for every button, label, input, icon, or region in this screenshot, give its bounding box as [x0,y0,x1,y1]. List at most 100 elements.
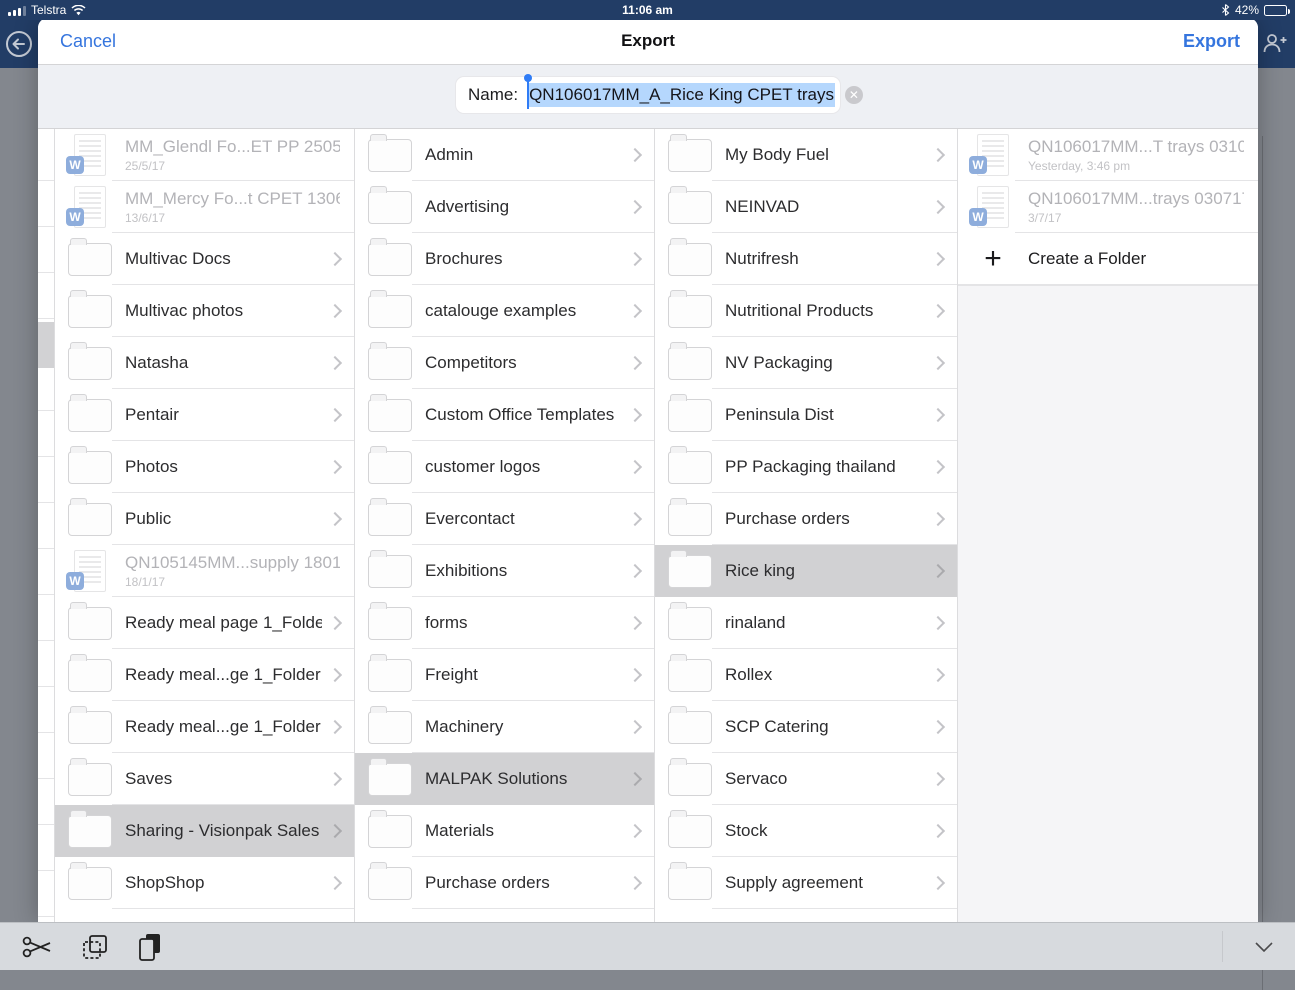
item-label: Exhibitions [425,561,622,581]
chevron-right-icon [328,616,342,630]
file-row[interactable]: WQN106017MM...trays 0307173/7/17 [958,181,1258,233]
folder-row[interactable]: Evercontact [355,493,654,545]
chevron-right-icon [931,252,945,266]
item-date: 18/1/17 [125,575,340,589]
bluetooth-icon [1221,4,1230,16]
folder-row[interactable]: Purchase orders [655,493,957,545]
word-doc-icon: W [67,134,113,176]
folder-row[interactable]: rinaland [655,597,957,649]
dialog-title: Export [38,18,1258,64]
chevron-right-icon [328,876,342,890]
name-input[interactable]: Name: QN106017MM_A_Rice King CPET trays … [455,76,841,114]
clear-text-button[interactable]: ✕ [845,86,863,104]
file-row[interactable]: WQN105145MM...supply 18011718/1/17 [55,545,354,597]
folder-row[interactable]: MALPAK Solutions [355,753,654,805]
folder-row[interactable]: forms [355,597,654,649]
folder-row[interactable]: Rollex [655,649,957,701]
chevron-right-icon [931,824,945,838]
folder-row[interactable]: Ready meal...ge 1_Folder 0 [55,649,354,701]
folder-row[interactable]: Exhibitions [355,545,654,597]
export-button[interactable]: Export [1183,18,1240,64]
folder-row[interactable]: Servaco [655,753,957,805]
item-label: Rice king [725,561,925,581]
chevron-down-icon [1255,942,1273,952]
file-row[interactable]: WMM_Glendl Fo...ET PP 25051725/5/17 [55,129,354,181]
chevron-right-icon [328,720,342,734]
item-label: Ready meal page 1_Folder [125,613,322,633]
folder-row[interactable]: Pentair [55,389,354,441]
item-label: Competitors [425,353,622,373]
folder-row[interactable]: Public [55,493,354,545]
folder-row[interactable]: Nutrifresh [655,233,957,285]
folder-row[interactable]: Multivac photos [55,285,354,337]
add-contact-button[interactable] [1262,32,1288,59]
folder-icon [667,347,713,380]
folder-row[interactable]: Ready meal page 1_Folder [55,597,354,649]
folder-row[interactable]: Ready meal...ge 1_Folder 1 [55,701,354,753]
folder-row[interactable]: Custom Office Templates [355,389,654,441]
chevron-right-icon [628,356,642,370]
folder-row[interactable]: Materials [355,805,654,857]
folder-icon [67,867,113,900]
chevron-right-icon [931,564,945,578]
item-label: Sharing - Visionpak Sales [125,821,322,841]
paste-button[interactable] [136,932,164,962]
folder-row[interactable]: Supply agreement [655,857,957,909]
create-folder-row[interactable]: +Create a Folder [958,233,1258,285]
chevron-right-icon [931,408,945,422]
folder-row[interactable]: NV Packaging [655,337,957,389]
copy-button[interactable] [80,932,110,962]
folder-row[interactable]: SCP Catering [655,701,957,753]
file-row[interactable]: WQN106017MM...T trays 031017Yesterday, 3… [958,129,1258,181]
folder-row[interactable]: Peninsula Dist [655,389,957,441]
folder-icon [67,399,113,432]
battery-percent-label: 42% [1235,3,1259,17]
selected-filename-text[interactable]: QN106017MM_A_Rice King CPET trays [528,83,835,107]
folder-row[interactable]: Purchase orders [355,857,654,909]
folder-row[interactable]: Brochures [355,233,654,285]
item-label: forms [425,613,622,633]
folder-icon [667,607,713,640]
partial-previous-column[interactable] [38,129,55,922]
item-label: My Body Fuel [725,145,925,165]
folder-icon [367,139,413,172]
folder-row[interactable]: Multivac Docs [55,233,354,285]
folder-icon [367,711,413,744]
folder-row[interactable]: Stock [655,805,957,857]
item-label: Nutritional Products [725,301,925,321]
folder-row[interactable]: catalouge examples [355,285,654,337]
item-label: Rollex [725,665,925,685]
folder-icon [67,451,113,484]
chevron-right-icon [931,876,945,890]
folder-row[interactable]: customer logos [355,441,654,493]
folder-row[interactable]: Machinery [355,701,654,753]
status-bar: Telstra 11:06 am 42% [0,0,1295,20]
folder-row[interactable]: Sharing - Visionpak Sales [55,805,354,857]
folder-row[interactable]: Saves [55,753,354,805]
folder-row[interactable]: Freight [355,649,654,701]
folder-row[interactable]: Competitors [355,337,654,389]
cut-button[interactable] [22,934,54,960]
folder-row[interactable]: PP Packaging thailand [655,441,957,493]
folder-row[interactable]: Nutritional Products [655,285,957,337]
folder-row[interactable]: Admin [355,129,654,181]
dismiss-keyboard-button[interactable] [1255,923,1273,971]
file-row[interactable]: WMM_Mercy Fo...t CPET 13061713/6/17 [55,181,354,233]
folder-icon [367,763,413,796]
item-label: rinaland [725,613,925,633]
folder-row[interactable]: Advertising [355,181,654,233]
clock-label: 11:06 am [0,3,1295,17]
item-label: customer logos [425,457,622,477]
folder-row[interactable]: NEINVAD [655,181,957,233]
partial-selected-row [38,322,54,368]
arrow-left-circle-icon [5,30,33,58]
folder-row[interactable]: Rice king [655,545,957,597]
folder-row[interactable]: Photos [55,441,354,493]
chevron-right-icon [931,148,945,162]
folder-row[interactable]: My Body Fuel [655,129,957,181]
folder-row[interactable]: Natasha [55,337,354,389]
chevron-right-icon [628,876,642,890]
browser-column-4: WQN106017MM...T trays 031017Yesterday, 3… [958,129,1258,922]
folder-row[interactable]: ShopShop [55,857,354,909]
back-button[interactable] [5,30,33,63]
